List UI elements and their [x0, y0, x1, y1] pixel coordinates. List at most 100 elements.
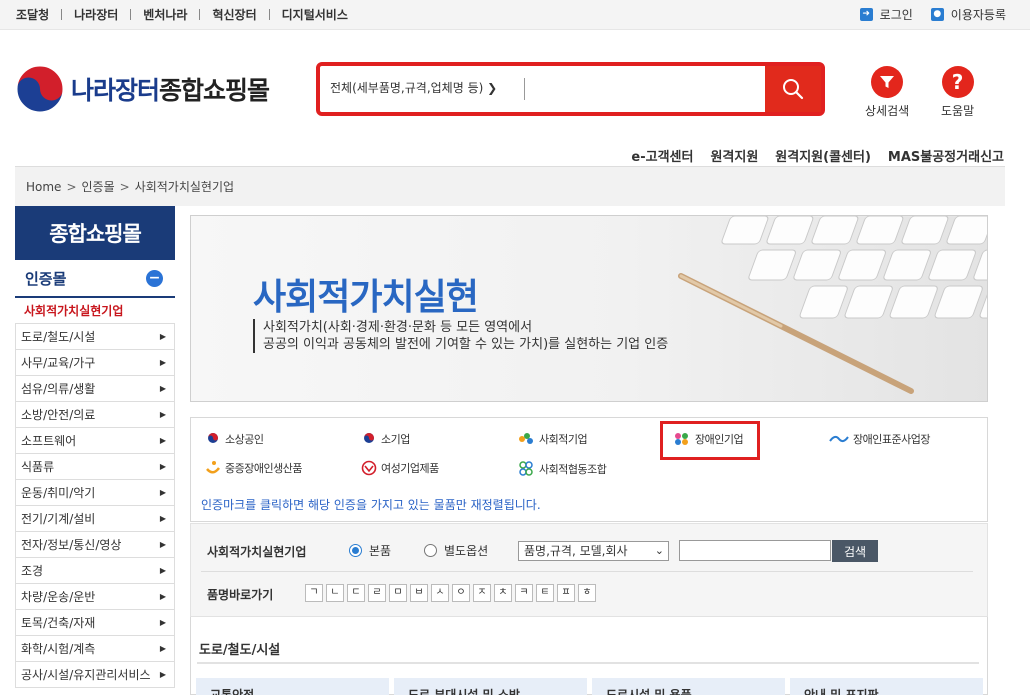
- sidebar-item-label: 차량/운송/운반: [21, 590, 96, 604]
- cert-note: 인증마크를 클릭하면 해당 인증을 가지고 있는 물품만 재정렬됩니다.: [201, 498, 541, 512]
- sidebar-item[interactable]: 조경 ▶: [15, 558, 175, 584]
- help-label: 도움말: [941, 104, 975, 118]
- keyword-input[interactable]: [679, 540, 831, 561]
- sidebar-item-label: 섬유/의류/생활: [21, 382, 96, 396]
- site-link-digital[interactable]: 디지털서비스: [282, 6, 348, 23]
- keyboard-pen-illustration: [678, 216, 987, 394]
- search-icon: [783, 79, 804, 100]
- sidebar-item-label: 토목/건축/자재: [21, 616, 96, 630]
- jamo-button[interactable]: ㄹ: [368, 584, 386, 602]
- sidebar-item[interactable]: 식품류 ▶: [15, 454, 175, 480]
- site-link-naramarket[interactable]: 나라장터: [74, 6, 118, 23]
- sidebar-item[interactable]: 토목/건축/자재 ▶: [15, 610, 175, 636]
- site-link-venture[interactable]: 벤처나라: [143, 6, 187, 23]
- jamo-button[interactable]: ㅇ: [452, 584, 470, 602]
- jamo-button[interactable]: ㅎ: [578, 584, 596, 602]
- radio-main-product[interactable]: 본품: [349, 542, 391, 559]
- sidebar-item-active[interactable]: 사회적가치실현기업: [15, 298, 175, 324]
- triangle-right-icon: ▶: [159, 436, 166, 445]
- divider: [61, 9, 63, 20]
- detail-search-button[interactable]: 상세검색: [865, 66, 909, 119]
- register-link[interactable]: 이용자등록: [951, 6, 1006, 23]
- sidebar-item-label: 소방/안전/의료: [21, 408, 96, 422]
- jamo-button[interactable]: ㄷ: [347, 584, 365, 602]
- cert-severe-disabled-product[interactable]: 중증장애인생산품: [205, 460, 302, 476]
- sidebar-item[interactable]: 소프트웨어 ▶: [15, 428, 175, 454]
- cert-social-cooperative[interactable]: 사회적협동조합: [517, 460, 607, 478]
- category-column[interactable]: 도로시설 및 용품: [592, 678, 785, 695]
- radio-label: 본품: [369, 544, 392, 558]
- category-column[interactable]: 안내 및 표지판: [790, 678, 983, 695]
- search-box: 전체(세부품명,규격,업체명 등) ❯: [316, 62, 825, 116]
- cert-label: 사회적협동조합: [539, 463, 607, 476]
- breadcrumb: Home > 인증몰 > 사회적가치실현기업: [15, 166, 1005, 206]
- jamo-button[interactable]: ㅌ: [536, 584, 554, 602]
- logo-text-mall: 종합쇼핑몰: [159, 76, 270, 105]
- search-input[interactable]: [532, 74, 762, 104]
- cert-disabled-standard-workplace[interactable]: 장애인표준사업장: [829, 431, 930, 447]
- sidebar-item[interactable]: 화학/시험/계측 ▶: [15, 636, 175, 662]
- jamo-button[interactable]: ㅅ: [431, 584, 449, 602]
- jamo-button[interactable]: ㄴ: [326, 584, 344, 602]
- search-field-select[interactable]: 품명,규격, 모델,회사 ⌄: [518, 541, 669, 561]
- chevron-down-icon: ⌄: [654, 544, 664, 557]
- sidebar-item-label: 전자/정보/통신/영상: [21, 538, 122, 552]
- triangle-right-icon: ▶: [159, 410, 166, 419]
- sidebar-item[interactable]: 전자/정보/통신/영상 ▶: [15, 532, 175, 558]
- filter-search-button[interactable]: 검색: [832, 540, 878, 562]
- sidebar-item[interactable]: 운동/취미/악기 ▶: [15, 480, 175, 506]
- breadcrumb-home[interactable]: Home: [26, 180, 61, 194]
- cert-disabled-enterprise[interactable]: 장애인기업: [673, 431, 744, 447]
- jamo-button[interactable]: ㅂ: [410, 584, 428, 602]
- jamo-button[interactable]: ㅊ: [494, 584, 512, 602]
- jamo-index: ㄱ ㄴ ㄷ ㄹ ㅁ ㅂ ㅅ ㅇ ㅈ ㅊ ㅋ ㅌ ㅍ ㅎ: [305, 584, 596, 602]
- user-icon: ●: [930, 8, 944, 21]
- search-scope-select[interactable]: 전체(세부품명,규격,업체명 등) ❯: [330, 79, 497, 96]
- sidebar-item[interactable]: 차량/운송/운반 ▶: [15, 584, 175, 610]
- banner-description: 사회적가치(사회·경제·환경·문화 등 모든 영역에서 공공의 이익과 공동체의…: [253, 319, 668, 353]
- category-column[interactable]: 도로 부대시설 및 소방: [394, 678, 587, 695]
- help-button[interactable]: ? 도움말: [941, 66, 974, 119]
- sidebar-item-label: 식품류: [21, 460, 55, 474]
- banner-title: 사회적가치실현: [253, 277, 479, 318]
- cert-label: 사회적기업: [539, 433, 588, 446]
- jamo-button[interactable]: ㄱ: [305, 584, 323, 602]
- collapse-icon[interactable]: −: [146, 269, 163, 287]
- cert-micro-enterprise[interactable]: 소기업: [361, 431, 410, 447]
- sidebar-item[interactable]: 전기/기계/설비 ▶: [15, 506, 175, 532]
- certification-marks: 소상공인 소기업 사회적기업 장애인기업 장애인표준사업장 중증장애인생산품 여…: [190, 417, 988, 522]
- site-link-pps[interactable]: 조달청: [16, 6, 49, 23]
- jamo-button[interactable]: ㅍ: [557, 584, 575, 602]
- jamo-label: 품명바로가기: [207, 588, 274, 602]
- jamo-button[interactable]: ㅋ: [515, 584, 533, 602]
- sidebar-section-label: 인증몰: [25, 269, 67, 288]
- sidebar-item[interactable]: 사무/교육/가구 ▶: [15, 350, 175, 376]
- sidebar-item[interactable]: 공사/시설/유지관리서비스 ▶: [15, 662, 175, 688]
- triangle-right-icon: ▶: [159, 462, 166, 471]
- chevron-right-icon: >: [119, 179, 130, 194]
- login-link[interactable]: 로그인: [880, 6, 913, 23]
- site-logo[interactable]: 나라장터 종합쇼핑몰: [15, 64, 270, 114]
- sidebar-section-cert-mall[interactable]: 인증몰 −: [15, 260, 175, 298]
- social-enterprise-icon: [519, 433, 533, 444]
- category-column[interactable]: 교통안전: [196, 678, 389, 695]
- radio-separate-option[interactable]: 별도옵션: [424, 542, 488, 559]
- e-customer-center-link[interactable]: e-고객센터: [631, 146, 693, 165]
- cert-women-enterprise[interactable]: 여성기업제품: [361, 460, 439, 476]
- search-button[interactable]: [765, 66, 821, 112]
- sidebar-item[interactable]: 소방/안전/의료 ▶: [15, 402, 175, 428]
- sidebar-item[interactable]: 도로/철도/시설 ▶: [15, 324, 175, 350]
- cert-small-business[interactable]: 소상공인: [205, 431, 264, 447]
- breadcrumb-cert-mall[interactable]: 인증몰: [82, 178, 115, 195]
- triangle-right-icon: ▶: [159, 488, 166, 497]
- site-link-innovation[interactable]: 혁신장터: [212, 6, 256, 23]
- cert-label: 중증장애인생산품: [225, 462, 302, 475]
- women-enterprise-icon: [361, 460, 377, 476]
- cert-social-enterprise[interactable]: 사회적기업: [517, 431, 588, 447]
- jamo-button[interactable]: ㅁ: [389, 584, 407, 602]
- sidebar-item[interactable]: 섬유/의류/생활 ▶: [15, 376, 175, 402]
- remote-support-link[interactable]: 원격지원: [710, 146, 758, 165]
- jamo-button[interactable]: ㅈ: [473, 584, 491, 602]
- mas-report-link[interactable]: MAS불공정거래신고: [888, 146, 1004, 165]
- remote-support-callcenter-link[interactable]: 원격지원(콜센터): [775, 146, 871, 165]
